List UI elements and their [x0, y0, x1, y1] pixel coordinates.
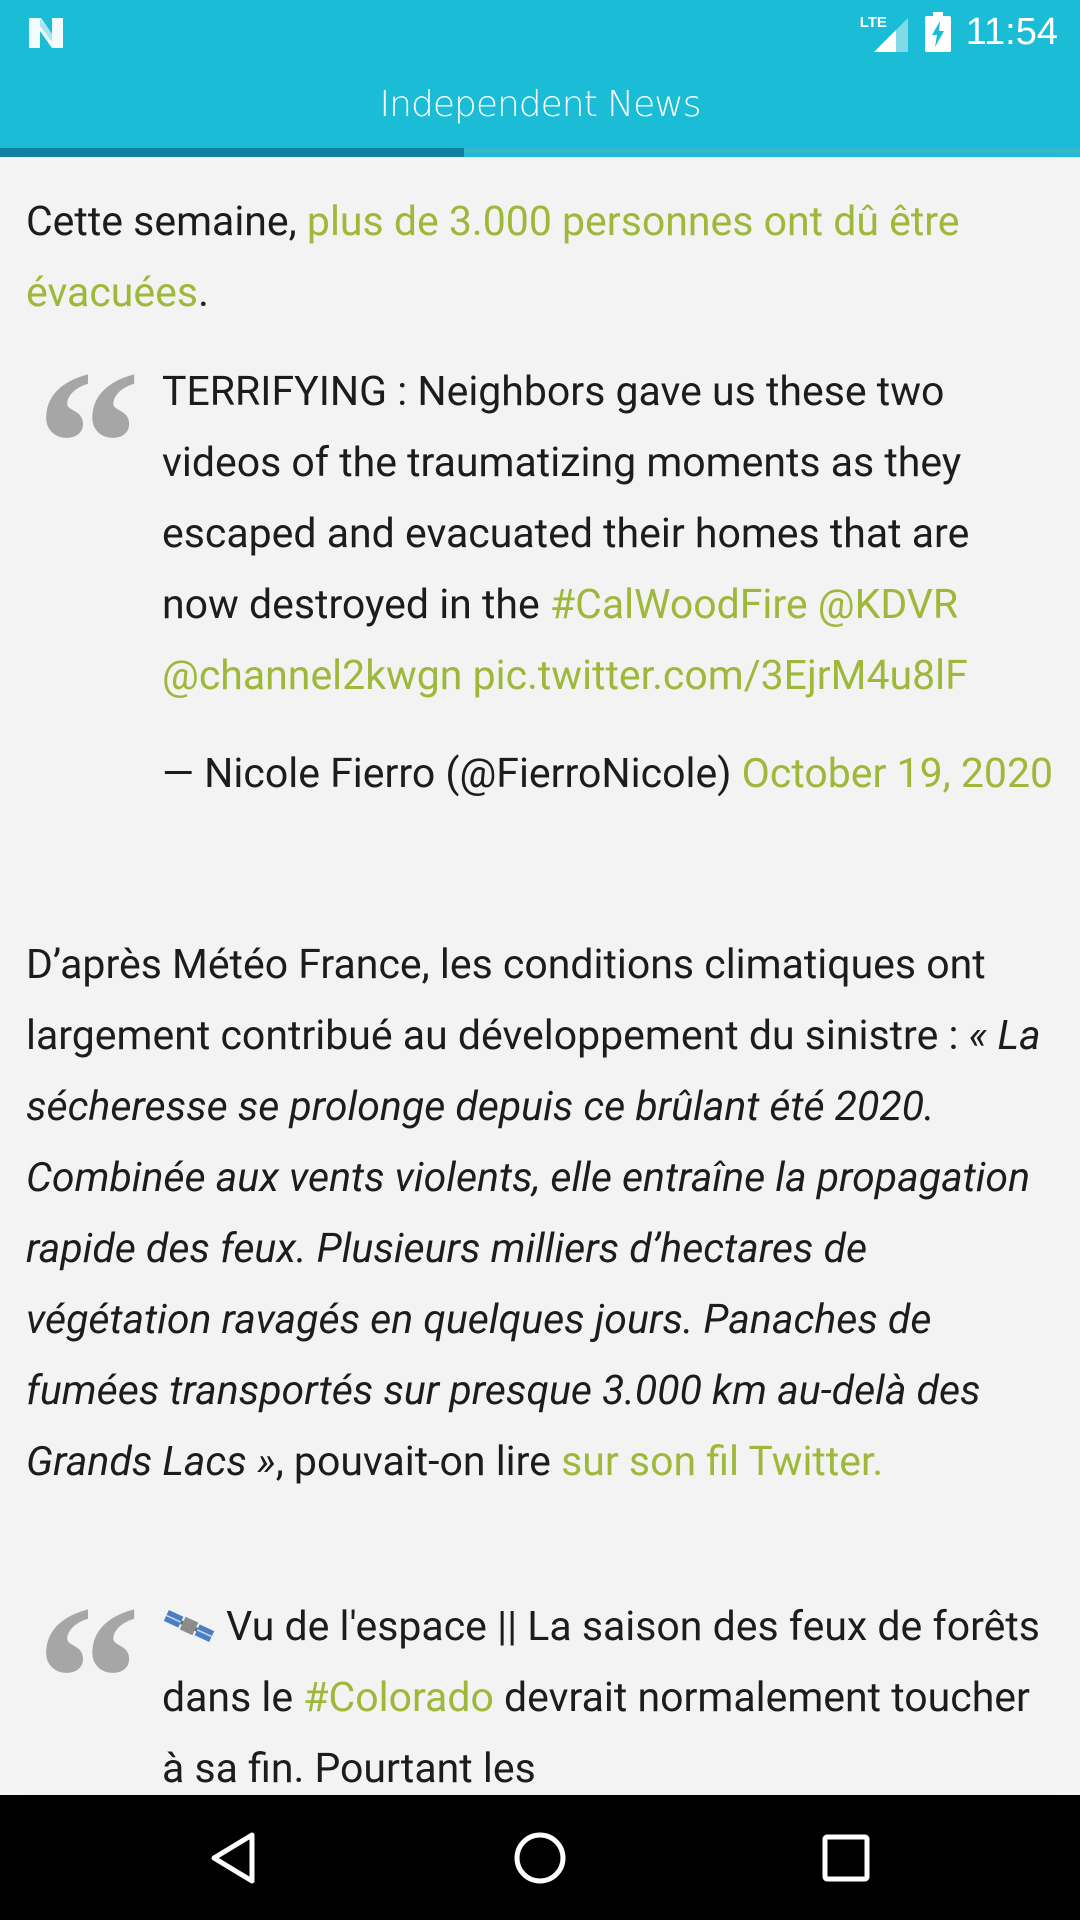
paragraph-text: .	[198, 269, 209, 317]
navigation-bar	[0, 1795, 1080, 1920]
mention-link[interactable]: @KDVR	[818, 581, 958, 629]
satellite-icon	[163, 1609, 215, 1643]
article-content[interactable]: Cette semaine, plus de 3.000 personnes o…	[26, 157, 1054, 1795]
twitter-feed-link[interactable]: sur son fil Twitter.	[561, 1438, 883, 1486]
app-title: Independent News	[379, 84, 702, 125]
paragraph-text: , pouvait-on lire	[275, 1438, 562, 1486]
page-progress-bar	[0, 148, 464, 157]
italic-quote-text: « La sécheresse se prolonge depuis ce br…	[26, 1012, 1041, 1486]
embedded-tweet-quote: “ TERRIFYING : Neighbors gave us these t…	[26, 339, 1054, 897]
tweet-author: — Nicole Fierro (@FierroNicole)	[162, 750, 742, 798]
back-icon[interactable]	[206, 1829, 264, 1887]
hashtag-link[interactable]: #CalWoodFire	[550, 581, 808, 629]
quote-mark-icon: “	[36, 328, 141, 560]
tweet-date-link[interactable]: October 19, 2020	[742, 750, 1053, 798]
quote-mark-icon: “	[36, 1563, 141, 1795]
status-bar: LTE 11:54	[0, 0, 1080, 64]
mention-link[interactable]: @channel2kwgn	[162, 652, 462, 700]
tweet-attribution: — Nicole Fierro (@FierroNicole) October …	[162, 739, 1054, 810]
paragraph-text: D’après Météo France, les conditions cli…	[26, 941, 986, 1060]
paragraph-meteo-france: D’après Météo France, les conditions cli…	[26, 930, 1054, 1498]
battery-charging-icon	[924, 12, 951, 52]
recents-icon[interactable]	[817, 1829, 875, 1887]
paragraph-text: Cette semaine,	[26, 198, 307, 246]
paragraph-evacuations: Cette semaine, plus de 3.000 personnes o…	[26, 187, 1046, 329]
hashtag-link[interactable]: #Colorado	[303, 1674, 494, 1722]
tweet-text: TERRIFYING : Neighbors gave us these two…	[162, 357, 1054, 712]
lte-signal-icon: LTE	[860, 10, 910, 54]
embedded-tweet-quote: “ Vu de l'espace || La saison des feux d…	[26, 1574, 1054, 1795]
clock: 11:54	[965, 10, 1058, 53]
home-icon[interactable]	[511, 1829, 569, 1887]
tweet-pic-link[interactable]: pic.twitter.com/3EjrM4u8lF	[473, 652, 968, 700]
tweet-text: Vu de l'espace || La saison des feux de …	[162, 1592, 1054, 1795]
app-n-icon	[29, 18, 63, 48]
app-bar: Independent News	[0, 64, 1080, 148]
